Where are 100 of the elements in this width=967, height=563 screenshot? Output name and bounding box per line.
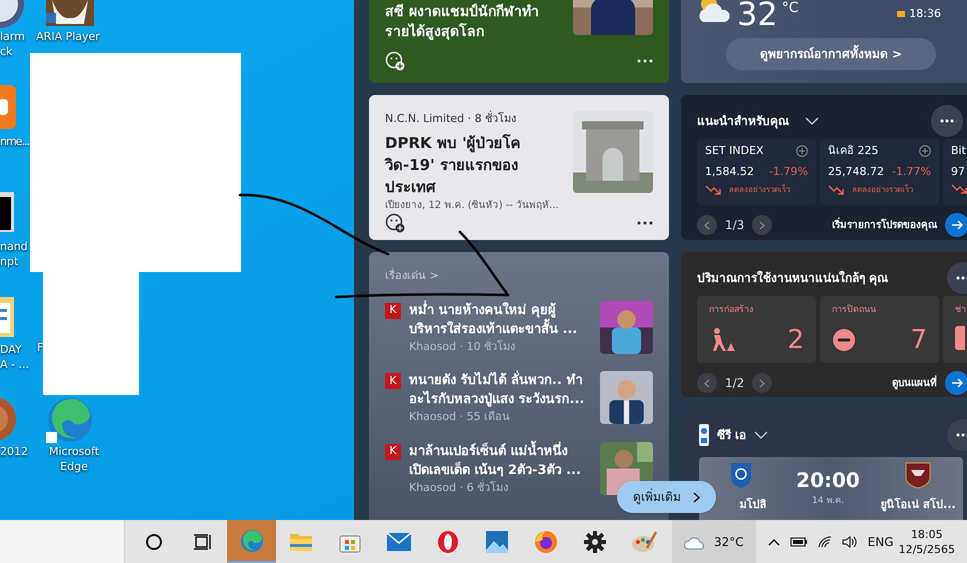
incident-type: การก่อสร้าง: [709, 304, 754, 317]
chevron-up-icon[interactable]: [768, 538, 780, 546]
headline[interactable]: มาล้านเปอร์เซ็นต์ แม่น้ำหนึ่ง เปิดเลขเด็ด เน้นๆ 2ตัว-3ตัว ...: [409, 442, 587, 480]
more-icon[interactable]: [637, 59, 653, 63]
chevron-left-icon: [704, 220, 710, 230]
traffic-tile[interactable]: การปิดถนน 7: [820, 296, 939, 363]
cortana-icon[interactable]: [144, 532, 162, 550]
source-label: Khaosod · 6 ชั่วโมง: [409, 480, 510, 496]
chevron-right-icon: [693, 492, 700, 502]
section-link[interactable]: เรื่องเด่น >: [385, 268, 653, 284]
traffic-tile[interactable]: การก่อสร้าง 2: [697, 296, 816, 363]
stock-name: นิเคอิ 225: [828, 143, 878, 159]
stock-value: 25,748.72: [828, 164, 884, 180]
task-view-icon[interactable]: [194, 532, 212, 550]
headline: สซี ผงาดแชมป์นักกีฬาทำรายได้สูงสุดโลก: [385, 2, 540, 42]
clock[interactable]: 18:05 12/5/2565: [898, 526, 955, 556]
photos-icon[interactable]: [484, 530, 508, 554]
stock-change: -1.77%: [892, 164, 931, 180]
team-name: มโปลิ: [738, 497, 766, 513]
trend-label: ลดลงอย่างรวดเร็ว: [852, 184, 913, 196]
source-label: N.C.N. Limited · 8 ชั่วโมง: [385, 111, 518, 127]
incident-count: 7: [910, 326, 927, 354]
more-icon[interactable]: [637, 220, 653, 224]
see-more-button[interactable]: ดูเพิ่มเติม: [617, 481, 716, 513]
hazard-icon: [955, 326, 965, 350]
more-icon: [940, 119, 954, 123]
source-label: Khaosod · 55 เดือน: [409, 409, 512, 425]
traffic-tile[interactable]: ช่า: [943, 296, 967, 363]
incident-count: 2: [787, 326, 804, 354]
reaction-icon[interactable]: [385, 51, 405, 71]
add-icon[interactable]: [796, 145, 808, 158]
more-button[interactable]: [931, 105, 963, 137]
team-logo: [730, 461, 752, 489]
icon-label[interactable]: Microsoft Edge: [36, 444, 112, 474]
next-button[interactable]: [752, 215, 772, 235]
previous-button[interactable]: [697, 215, 717, 235]
favorites-link[interactable]: เริ่มรายการโปรดของคุณ: [832, 218, 937, 232]
trend-down-icon: [951, 184, 967, 194]
arrow-button[interactable]: [945, 371, 967, 395]
headline: DPRK พบ 'ผู้ป่วยโควิด-19' รายแรกของประเทศ: [385, 132, 522, 198]
stock-tile[interactable]: นิเคอิ 225 25,748.72 -1.77% ลดลงอย่างรวดเร็ว: [820, 139, 939, 205]
arrow-button[interactable]: [945, 213, 967, 237]
temperature: 32: [737, 0, 778, 30]
sunset-icon: [897, 11, 906, 18]
page-indicator: 1/3: [725, 217, 744, 234]
card-title: แนะนำสำหรับคุณ: [697, 113, 789, 130]
stock-value: 97: [951, 164, 965, 180]
chevron-right-icon: [759, 378, 766, 388]
chevron-down-icon[interactable]: [754, 431, 768, 439]
battery-icon[interactable]: [790, 536, 808, 546]
paint-icon[interactable]: [630, 530, 656, 554]
stock-tile[interactable]: Bit 97: [943, 139, 967, 205]
snippet: เปียงยาง, 12 พ.ค. (ซินหัว) -- วันพฤหั...: [385, 198, 560, 212]
card-title: ซีรี เอ: [717, 427, 746, 444]
language-indicator[interactable]: ENG: [868, 532, 894, 550]
more-icon: [956, 433, 967, 437]
chevron-down-icon[interactable]: [805, 117, 819, 125]
firefox-icon[interactable]: [534, 530, 558, 554]
stock-value: 1,584.52: [705, 164, 754, 180]
stock-name: SET INDEX: [705, 143, 764, 159]
page-indicator: 1/2: [725, 375, 744, 392]
icon-label[interactable]: 2012: [0, 444, 28, 459]
stock-change: -1.79%: [769, 164, 808, 180]
trend-label: ลดลงอย่างรวดเร็ว: [729, 184, 790, 196]
trend-down-icon: [828, 185, 844, 195]
next-button[interactable]: [752, 373, 772, 393]
weather-button[interactable]: 32°C: [672, 520, 756, 563]
map-link[interactable]: ดูบนแผนที่: [892, 376, 937, 390]
chevron-left-icon: [704, 378, 710, 388]
opera-icon[interactable]: [436, 530, 460, 554]
more-icon: [956, 276, 967, 280]
source-label: Khaosod · 10 ชั่วโมง: [409, 338, 516, 354]
stock-tile[interactable]: SET INDEX 1,584.52 -1.79% ลดลงอย่างรวดเร็ว: [697, 139, 816, 205]
team-logo: [904, 461, 932, 489]
league-logo: [699, 424, 709, 446]
headline[interactable]: ทนายดัง รับไม่ได้ ลั่นพวก.. ทำอะไรกับหลวงปู่แสง ระวังนรก...: [409, 371, 587, 409]
mail-icon[interactable]: [386, 532, 412, 552]
temperature-unit: °C: [782, 1, 798, 15]
wifi-icon[interactable]: [818, 536, 832, 548]
headline[interactable]: หม่ำ นายห้างคนใหม่ คุยผู้บริหารใส่รองเท้าแตะขาสั้น ...: [409, 300, 587, 338]
sunset-time: 18:36: [909, 6, 941, 22]
icon-label[interactable]: F: [37, 340, 44, 355]
add-icon[interactable]: [919, 145, 931, 158]
previous-button[interactable]: [697, 373, 717, 393]
team-name: ยูนิโอเน่ สโป...: [880, 497, 956, 514]
gnu-icon: [46, 0, 94, 26]
icon-label[interactable]: DAY A - ...: [0, 342, 29, 372]
forecast-button[interactable]: ดูพยากรณ์อากาศทั้งหมด >: [726, 38, 936, 70]
match-date: 14 พ.ค.: [812, 495, 844, 508]
match-row[interactable]: มโปลิ 20:00 14 พ.ค. ยูนิโอเน่ สโป...: [699, 457, 963, 520]
trend-down-icon: [705, 185, 721, 195]
incident-type: ช่า: [955, 304, 967, 317]
source-logo: K: [385, 302, 401, 318]
reaction-icon[interactable]: [385, 212, 405, 232]
stock-name: Bit: [951, 143, 966, 159]
chevron-right-icon: [759, 220, 766, 230]
arrow-right-icon: [951, 378, 963, 388]
source-logo: K: [385, 444, 401, 460]
card-title: ปริมาณการใช้งานหนาแน่นใกล้ๆ คุณ: [697, 270, 888, 287]
volume-icon[interactable]: [842, 534, 858, 548]
